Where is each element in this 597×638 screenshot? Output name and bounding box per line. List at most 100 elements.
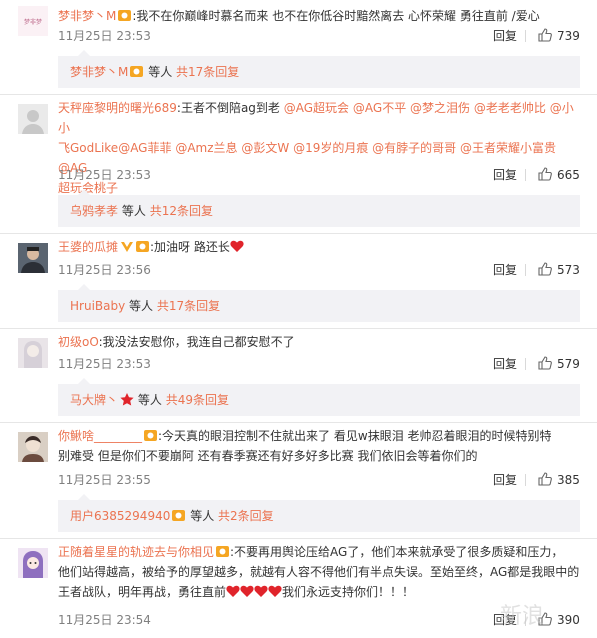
like-count: 665 bbox=[557, 168, 580, 182]
sub-reply-user[interactable]: 梦非梦丶M bbox=[70, 65, 128, 79]
like-count: 390 bbox=[557, 613, 580, 627]
level-badge-icon bbox=[143, 428, 158, 441]
avatar[interactable]: 梦非梦 bbox=[18, 6, 48, 36]
avatar[interactable] bbox=[18, 548, 48, 578]
reply-button[interactable]: 回复 bbox=[493, 472, 517, 488]
avatar[interactable] bbox=[18, 243, 48, 273]
watermark: 新浪 bbox=[500, 604, 545, 629]
comment-username[interactable]: 王婆的瓜摊 bbox=[58, 240, 118, 254]
comment-username[interactable]: 正随着星星的轨迹去与你相见 bbox=[58, 545, 214, 559]
divider bbox=[0, 422, 597, 423]
comment-text: :我不在你巅峰时慕名而来 也不在你低谷时黯然离去 心怀荣耀 勇往直前 /爱心 bbox=[132, 9, 540, 23]
sub-reply-text: 等人 bbox=[190, 509, 215, 523]
heart-emoji-icon bbox=[268, 584, 282, 597]
comment-meta: 11月25日 23:55 回复 385 bbox=[58, 472, 580, 488]
divider bbox=[0, 94, 597, 95]
sub-reply-text: 等人 bbox=[129, 299, 154, 313]
thumbs-up-icon bbox=[538, 472, 552, 486]
comment-body: 正随着星星的轨迹去与你相见 :不要再用舆论压给AG了，他们本来就承受了很多质疑和压… bbox=[58, 542, 580, 602]
comment-time: 11月25日 23:53 bbox=[58, 357, 151, 371]
comment-body: 你鰍啥________:今天真的眼泪控制不住就出来了 看见w抹眼泪 老帅忍着眼泪… bbox=[58, 426, 580, 466]
mention-link[interactable]: @AG菲菲 bbox=[118, 141, 171, 155]
reply-button[interactable]: 回复 bbox=[493, 167, 517, 183]
level-badge-icon bbox=[215, 544, 230, 557]
level-badge-icon bbox=[135, 239, 150, 252]
comment-meta: 11月25日 23:53 回复 579 bbox=[58, 356, 580, 372]
sub-reply-text: 等人 bbox=[137, 393, 162, 407]
avatar[interactable] bbox=[18, 432, 48, 462]
avatar[interactable] bbox=[18, 104, 48, 134]
sub-replies-box: 梦非梦丶M 等人 共17条回复 bbox=[58, 50, 580, 88]
like-count: 739 bbox=[557, 29, 580, 43]
like-button[interactable]: 573 bbox=[538, 262, 580, 278]
comment-text: 别难受 但是你们不要崩阿 还有春季赛还有好多好多比赛 我们依旧会等着你们的 bbox=[58, 449, 478, 463]
comment-text: 王者战队，明年再战，勇往直前 bbox=[58, 585, 227, 599]
reply-button[interactable]: 回复 bbox=[493, 28, 517, 44]
comment-time: 11月25日 23:53 bbox=[58, 29, 151, 43]
divider bbox=[525, 30, 526, 42]
like-button[interactable]: 739 bbox=[538, 28, 580, 44]
comment-meta: 11月25日 23:53 回复 739 bbox=[58, 28, 580, 44]
sub-reply-text: 等人 bbox=[121, 204, 146, 218]
comment-time: 11月25日 23:55 bbox=[58, 473, 151, 487]
mention-link[interactable]: 飞GodLike bbox=[58, 141, 118, 155]
more-replies-link[interactable]: 共2条回复 bbox=[218, 509, 274, 523]
comment-username[interactable]: 初级oO bbox=[58, 335, 99, 349]
heart-emoji-icon bbox=[230, 239, 244, 252]
sub-replies-box: 乌鸦孝孝 等人 共12条回复 bbox=[58, 189, 580, 227]
mention-link[interactable]: @AG超玩会 bbox=[284, 101, 349, 115]
comment-body: 初级oO:我没法安慰你，我连自己都安慰不了 bbox=[58, 332, 580, 352]
comment-text: :不要再用舆论压给AG了，他们本来就承受了很多质疑和压力， bbox=[230, 545, 564, 559]
like-button[interactable]: 579 bbox=[538, 356, 580, 372]
mention-link[interactable]: @老老老帅比 bbox=[474, 101, 546, 115]
mention-link[interactable]: @有脖子的哥哥 bbox=[372, 141, 456, 155]
comment-body: 天秤座黎明的曙光689:王者不倒陪ag到老 @AG超玩会 @AG不平 @梦之泪伤… bbox=[58, 98, 580, 198]
sub-reply-user[interactable]: 马大牌丶 bbox=[70, 393, 118, 407]
reply-button[interactable]: 回复 bbox=[493, 356, 517, 372]
comment-username[interactable]: 梦非梦丶M bbox=[58, 9, 116, 23]
svg-text:梦非梦: 梦非梦 bbox=[24, 18, 42, 26]
divider bbox=[0, 233, 597, 234]
sub-reply-user[interactable]: HruiBaby bbox=[70, 299, 125, 313]
comment-text: :王者不倒陪ag到老 bbox=[176, 101, 280, 115]
mention-link[interactable]: @梦之泪伤 bbox=[410, 101, 470, 115]
comment-meta: 11月25日 23:53 回复 665 bbox=[58, 167, 580, 183]
thumbs-up-icon bbox=[538, 262, 552, 276]
vip-v-icon bbox=[120, 239, 134, 252]
mention-link[interactable]: @王者荣耀小富贵 bbox=[460, 141, 556, 155]
like-count: 579 bbox=[557, 357, 580, 371]
more-replies-link[interactable]: 共17条回复 bbox=[157, 299, 220, 313]
thumbs-up-icon bbox=[538, 28, 552, 42]
comment-text: 他们站得越高，被给予的厚望越多，就越有人容不得他们有半点失误。至始至终，AG都是… bbox=[58, 565, 580, 579]
star-badge-icon bbox=[120, 393, 134, 406]
comment-text: :加油呀 路还长 bbox=[150, 240, 230, 254]
mention-link[interactable]: @19岁的月痕 bbox=[293, 141, 368, 155]
avatar[interactable] bbox=[18, 338, 48, 368]
heart-emoji-icon bbox=[254, 584, 268, 597]
comment-meta: 11月25日 23:56 回复 573 bbox=[58, 262, 580, 278]
more-replies-link[interactable]: 共12条回复 bbox=[150, 204, 213, 218]
sub-replies-box: 用户6385294940 等人 共2条回复 bbox=[58, 494, 580, 532]
like-button[interactable]: 385 bbox=[538, 472, 580, 488]
heart-emoji-icon bbox=[240, 584, 254, 597]
comment-time: 11月25日 23:54 bbox=[58, 613, 151, 627]
thumbs-up-icon bbox=[538, 167, 552, 181]
comment-text: :我没法安慰你，我连自己都安慰不了 bbox=[98, 335, 295, 349]
level-badge-icon bbox=[171, 509, 186, 522]
sub-reply-user[interactable]: 用户6385294940 bbox=[70, 509, 170, 523]
comment-body: 梦非梦丶M :我不在你巅峰时慕名而来 也不在你低谷时黯然离去 心怀荣耀 勇往直前 … bbox=[58, 6, 580, 26]
mention-link[interactable]: @Amz兰息 bbox=[175, 141, 237, 155]
sub-reply-user[interactable]: 乌鸦孝孝 bbox=[70, 204, 118, 218]
like-button[interactable]: 390 bbox=[538, 612, 580, 628]
more-replies-link[interactable]: 共17条回复 bbox=[176, 65, 239, 79]
mention-link[interactable]: @AG不平 bbox=[353, 101, 406, 115]
sub-replies-box: HruiBaby 等人 共17条回复 bbox=[58, 284, 580, 322]
comment-username[interactable]: 天秤座黎明的曙光689 bbox=[58, 101, 177, 115]
level-badge-icon bbox=[129, 65, 144, 78]
mention-link[interactable]: @彭文W bbox=[241, 141, 289, 155]
more-replies-link[interactable]: 共49条回复 bbox=[166, 393, 229, 407]
like-button[interactable]: 665 bbox=[538, 167, 580, 183]
reply-button[interactable]: 回复 bbox=[493, 262, 517, 278]
comment-time: 11月25日 23:56 bbox=[58, 263, 151, 277]
comment-username[interactable]: 你鰍啥________ bbox=[58, 429, 142, 443]
